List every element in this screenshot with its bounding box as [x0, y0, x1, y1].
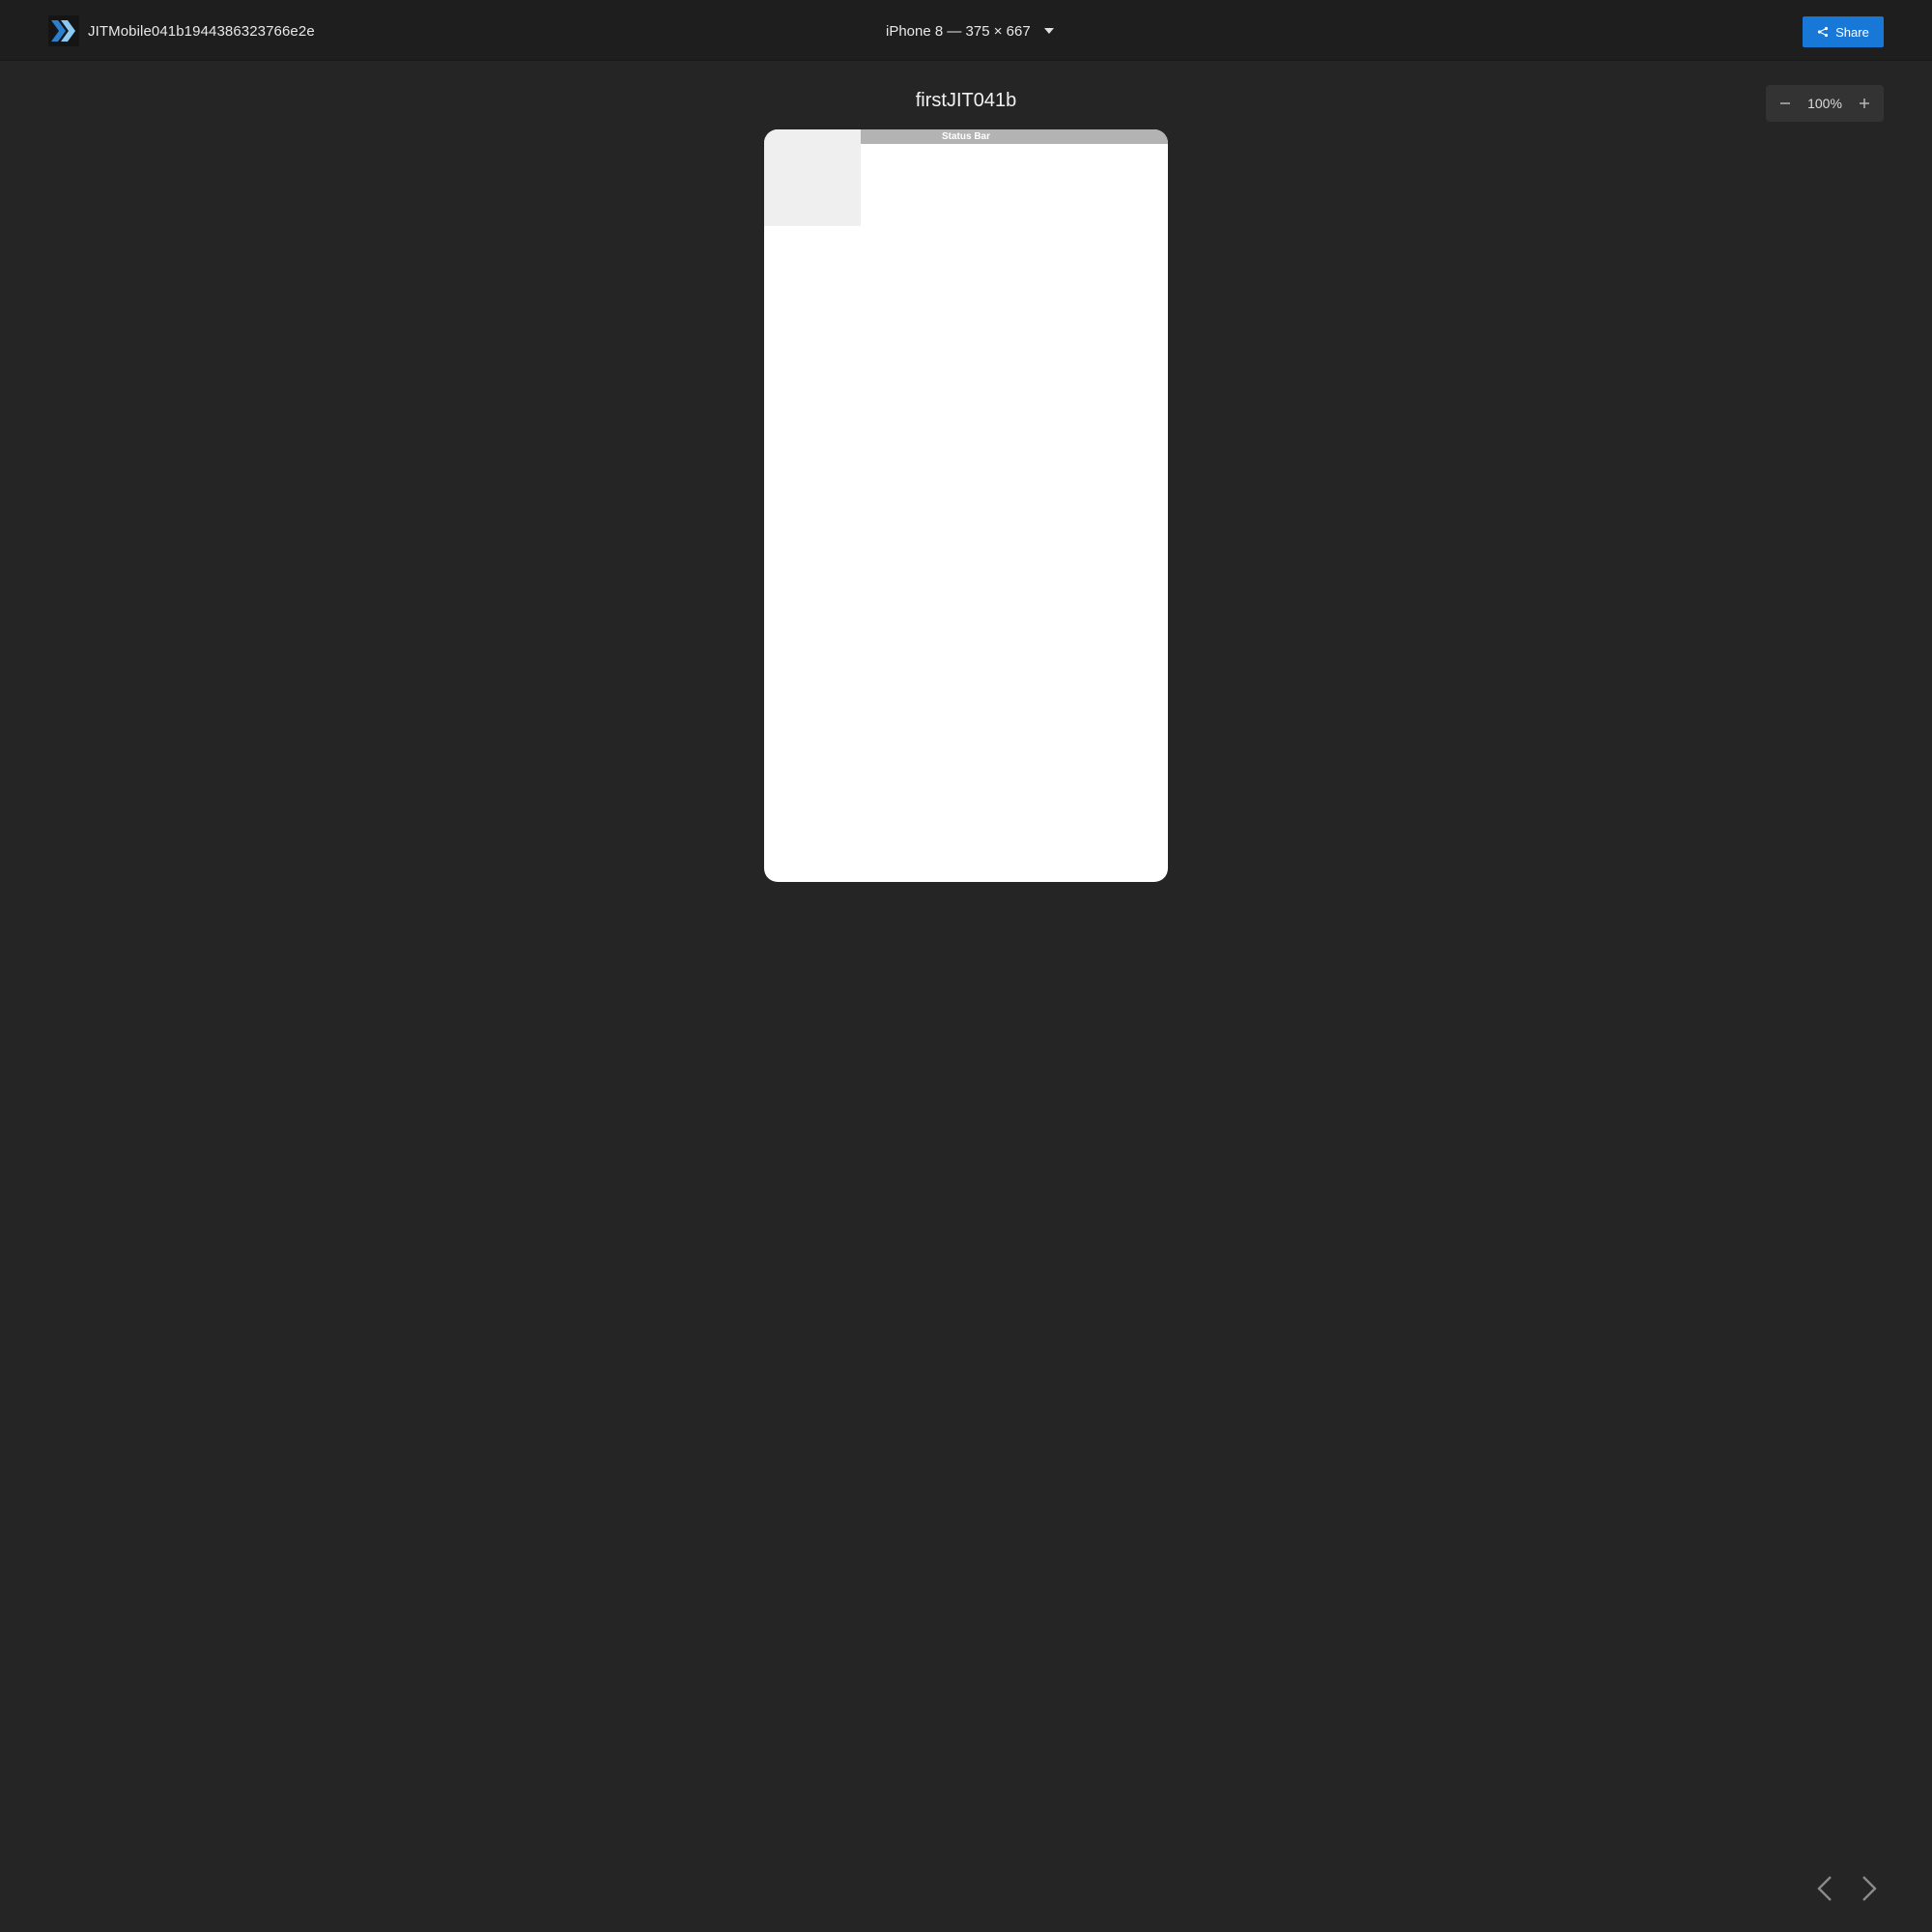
device-selector[interactable]: iPhone 8 — 375 × 667: [886, 19, 1054, 43]
minus-icon[interactable]: [1774, 92, 1797, 115]
brand: JITMobile041b1944386323766e2e: [48, 15, 315, 46]
plus-icon[interactable]: [1853, 92, 1876, 115]
caret-down-icon: [1043, 28, 1054, 34]
chevron-left-icon[interactable]: [1812, 1874, 1837, 1903]
placeholder-block[interactable]: [764, 129, 861, 226]
chevron-logo-icon[interactable]: [48, 15, 79, 46]
screen-title: firstJIT041b: [915, 90, 1017, 111]
share-icon: [1818, 26, 1829, 38]
share-label: Share: [1835, 24, 1869, 40]
device-label: iPhone 8 — 375 × 667: [886, 22, 1031, 40]
phone-preview[interactable]: Status Bar: [764, 129, 1168, 882]
zoom-level: 100%: [1807, 96, 1842, 111]
zoom-control: 100%: [1766, 85, 1884, 122]
project-name: JITMobile041b1944386323766e2e: [88, 22, 315, 40]
status-bar-label: Status Bar: [941, 131, 990, 142]
top-bar: JITMobile041b1944386323766e2e iPhone 8 —…: [0, 0, 1932, 61]
share-button[interactable]: Share: [1803, 16, 1884, 47]
chevron-right-icon[interactable]: [1857, 1874, 1882, 1903]
